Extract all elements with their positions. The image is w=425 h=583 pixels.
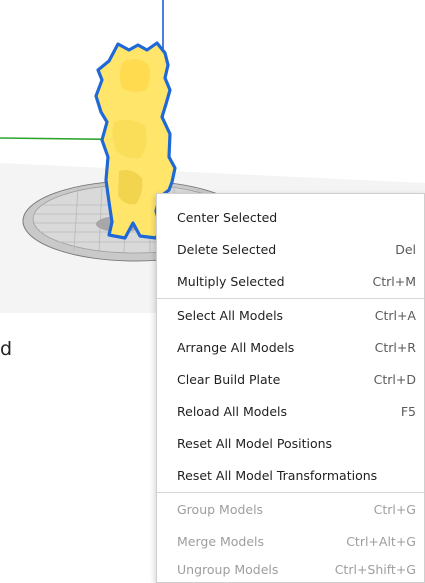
clear-build-plate-label: Clear Build Plate	[177, 372, 281, 387]
ungroup-models-shortcut: Ctrl+Shift+G	[334, 562, 416, 577]
group-models-item[interactable]: Group Models Ctrl+G	[157, 494, 424, 525]
menu-separator	[157, 298, 424, 299]
group-models-label: Group Models	[177, 502, 264, 517]
delete-selected-shortcut: Del	[395, 242, 416, 257]
select-all-models-label: Select All Models	[177, 308, 284, 323]
multiply-selected-shortcut: Ctrl+M	[372, 274, 417, 289]
merge-models-item[interactable]: Merge Models Ctrl+Alt+G	[157, 526, 424, 557]
merge-models-label: Merge Models	[177, 534, 265, 549]
cura-scene: d Center Selected Delete Selected Del Mu…	[0, 0, 425, 583]
background-partial-text: d	[0, 338, 13, 360]
reload-all-models-shortcut: F5	[400, 404, 416, 419]
multiply-selected-item[interactable]: Multiply Selected Ctrl+M	[157, 266, 424, 297]
delete-selected-item[interactable]: Delete Selected Del	[157, 234, 424, 265]
delete-selected-label: Delete Selected	[177, 242, 277, 257]
reload-all-models-item[interactable]: Reload All Models F5	[157, 396, 424, 427]
menu-separator	[157, 492, 424, 493]
reset-all-model-transformations-item[interactable]: Reset All Model Transformations	[157, 460, 424, 491]
select-all-models-item[interactable]: Select All Models Ctrl+A	[157, 300, 424, 331]
reload-all-models-label: Reload All Models	[177, 404, 288, 419]
center-selected-item[interactable]: Center Selected	[157, 202, 424, 233]
merge-models-shortcut: Ctrl+Alt+G	[346, 534, 416, 549]
clear-build-plate-item[interactable]: Clear Build Plate Ctrl+D	[157, 364, 424, 395]
select-all-models-shortcut: Ctrl+A	[374, 308, 416, 323]
group-models-shortcut: Ctrl+G	[373, 502, 416, 517]
reset-all-model-transformations-label: Reset All Model Transformations	[177, 468, 378, 483]
clear-build-plate-shortcut: Ctrl+D	[373, 372, 416, 387]
arrange-all-models-shortcut: Ctrl+R	[374, 340, 416, 355]
multiply-selected-label: Multiply Selected	[177, 274, 285, 289]
arrange-all-models-label: Arrange All Models	[177, 340, 295, 355]
arrange-all-models-item[interactable]: Arrange All Models Ctrl+R	[157, 332, 424, 363]
ungroup-models-label: Ungroup Models	[177, 562, 279, 577]
context-menu: Center Selected Delete Selected Del Mult…	[156, 193, 425, 583]
reset-all-model-positions-item[interactable]: Reset All Model Positions	[157, 428, 424, 459]
reset-all-model-positions-label: Reset All Model Positions	[177, 436, 333, 451]
ungroup-models-item[interactable]: Ungroup Models Ctrl+Shift+G	[157, 554, 424, 583]
center-selected-label: Center Selected	[177, 210, 278, 225]
